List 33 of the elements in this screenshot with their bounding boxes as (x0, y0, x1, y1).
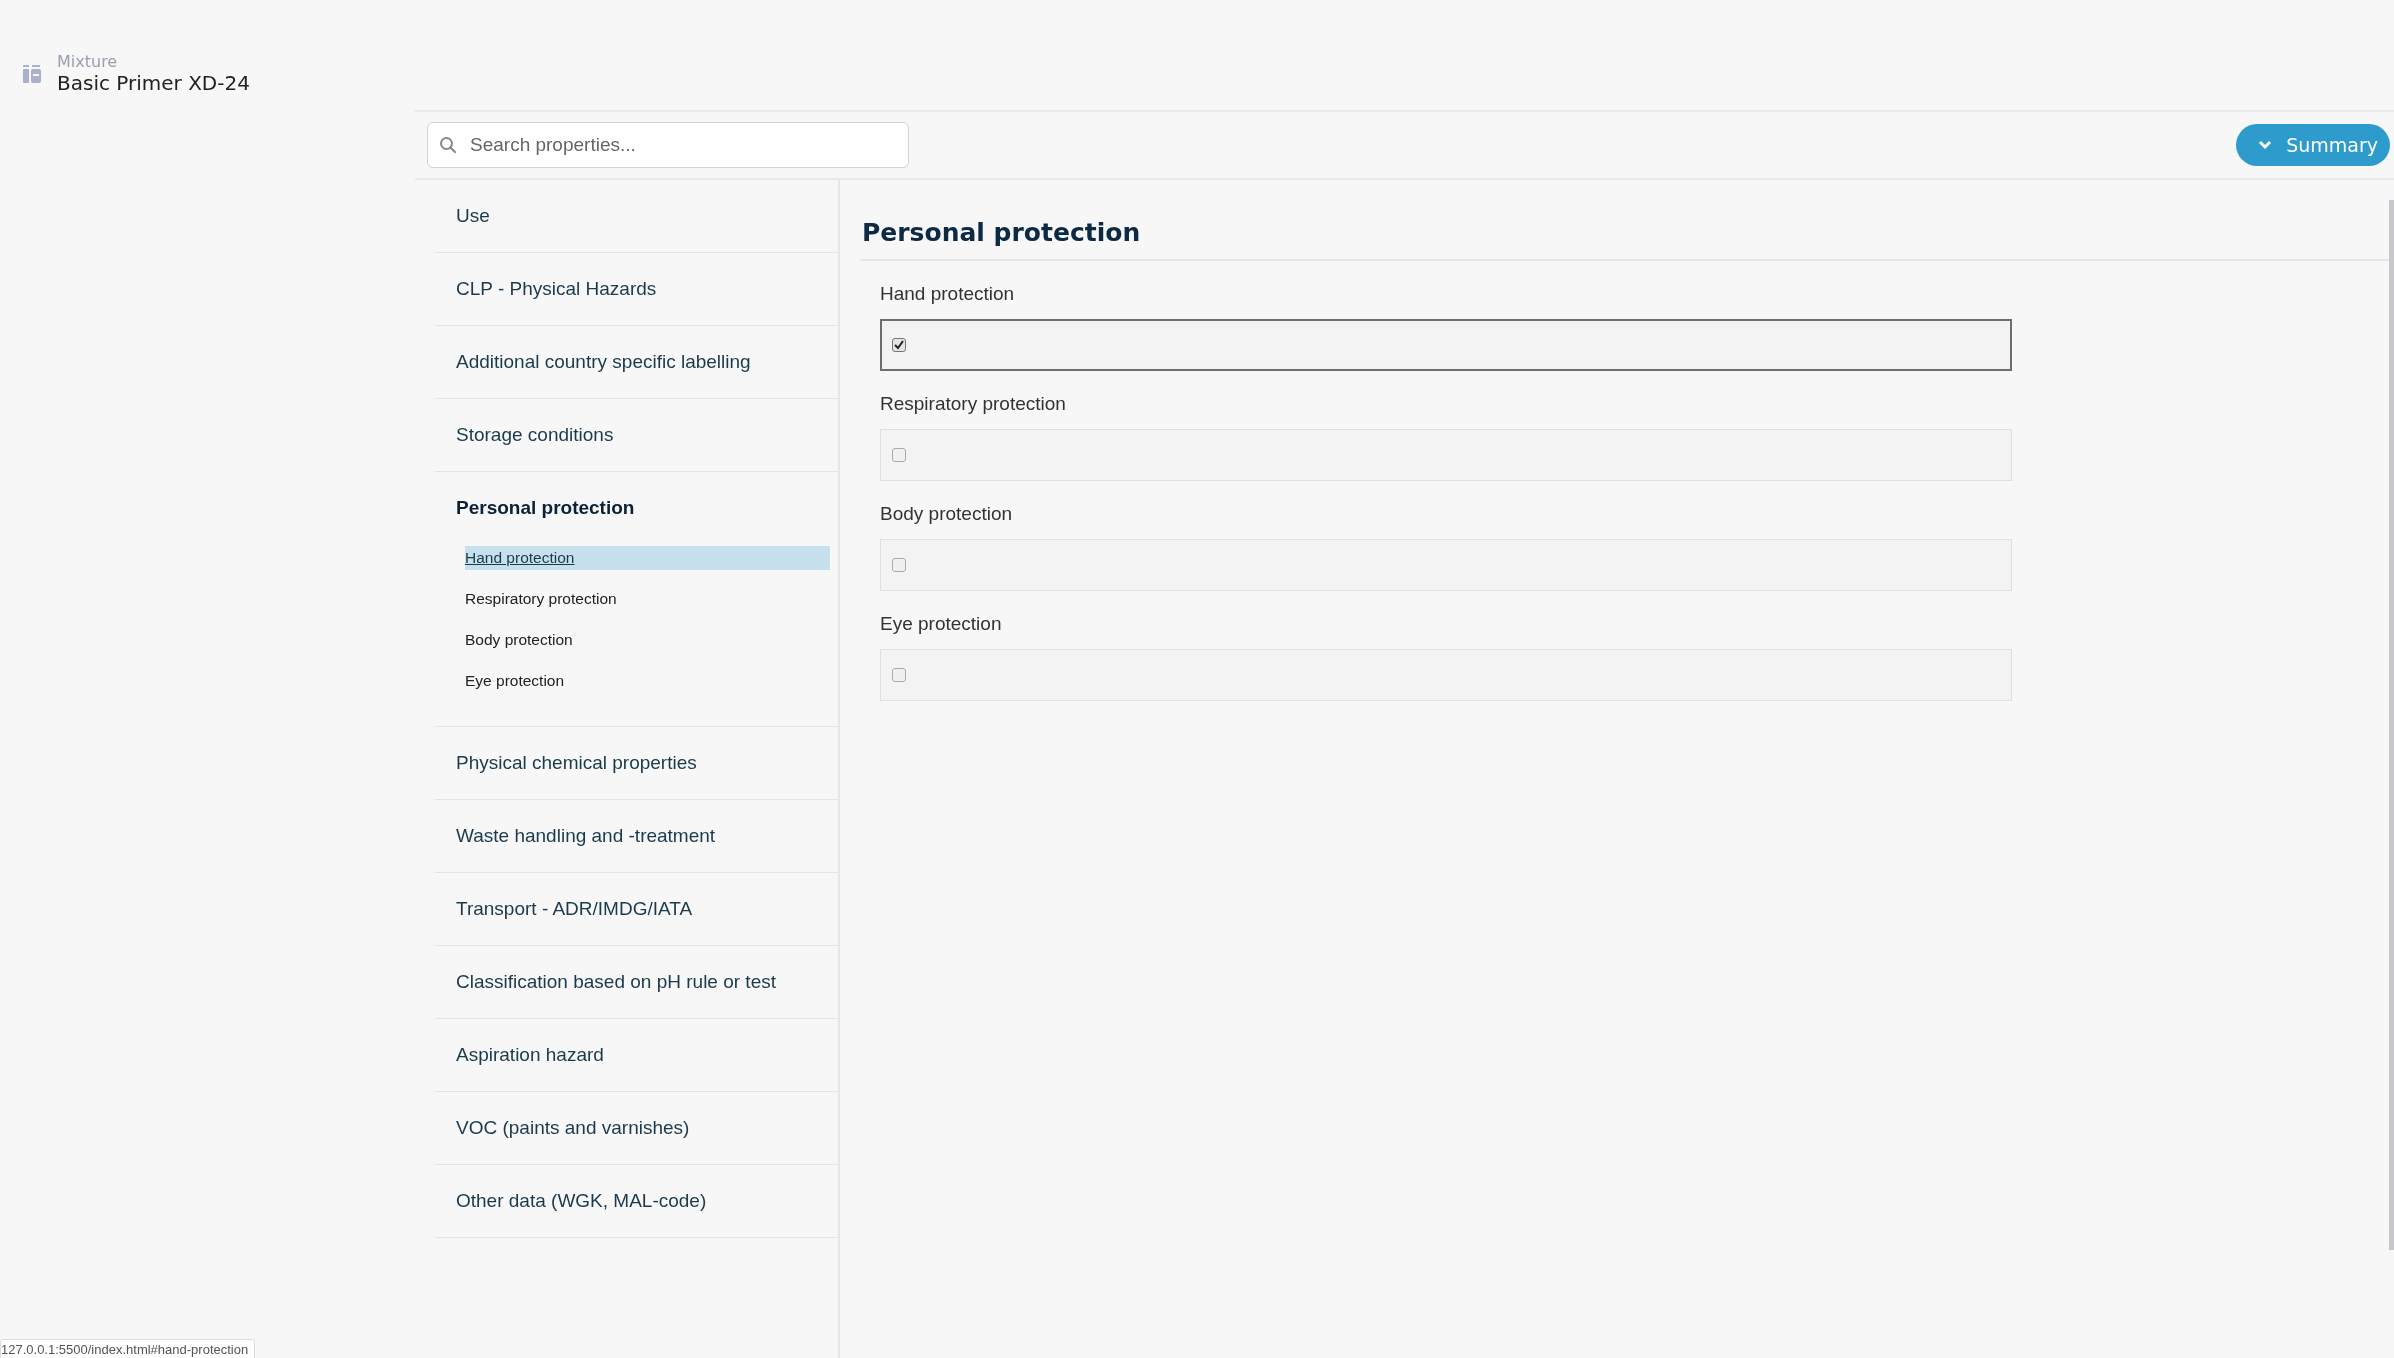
checkbox[interactable] (892, 448, 906, 462)
nav-item[interactable]: Waste handling and -treatment (435, 800, 838, 872)
chevron-down-icon (2258, 140, 2273, 150)
nav-subitem[interactable]: Eye protection (465, 669, 830, 693)
field-label: Body protection (880, 503, 1014, 525)
search-field[interactable]: Search properties... (427, 122, 909, 168)
nav-item[interactable]: VOC (paints and varnishes) (435, 1092, 838, 1164)
status-url: 127.0.0.1:5500/index.html#hand-protection (0, 1339, 256, 1358)
nav-item[interactable]: Physical chemical properties (435, 727, 838, 799)
nav-item[interactable]: Other data (WGK, MAL-code) (435, 1165, 838, 1237)
nav-item[interactable]: Aspiration hazard (435, 1019, 838, 1091)
checkbox[interactable] (892, 558, 906, 572)
checkbox[interactable] (892, 668, 906, 682)
nav-item[interactable]: CLP - Physical Hazards (435, 253, 838, 325)
nav-item[interactable]: Transport - ADR/IMDG/IATA (435, 873, 838, 945)
nav-subitem[interactable]: Body protection (465, 628, 830, 652)
jars-icon (22, 62, 42, 85)
nav-item[interactable]: Storage conditions (435, 399, 838, 471)
checkbox[interactable] (892, 338, 906, 352)
nav-item[interactable]: Classification based on pH rule or test (435, 946, 838, 1018)
field-label: Eye protection (880, 613, 1003, 635)
mixture-title: Basic Primer XD-24 (57, 71, 250, 95)
field-label: Hand protection (880, 283, 1016, 305)
nav-subitem[interactable]: Respiratory protection (465, 587, 830, 611)
nav-subitem[interactable]: Hand protection (465, 546, 830, 570)
object-type-label: Mixture (57, 52, 119, 71)
nav-item[interactable]: Additional country specific labelling (435, 326, 838, 398)
checkbox-field[interactable] (880, 319, 2012, 371)
nav-item[interactable]: Use (435, 180, 838, 252)
nav-item[interactable]: Personal protection (435, 472, 838, 544)
section-heading: Personal protection (860, 180, 2389, 261)
field-label: Respiratory protection (880, 393, 1067, 415)
scrollbar[interactable] (2389, 200, 2394, 1250)
